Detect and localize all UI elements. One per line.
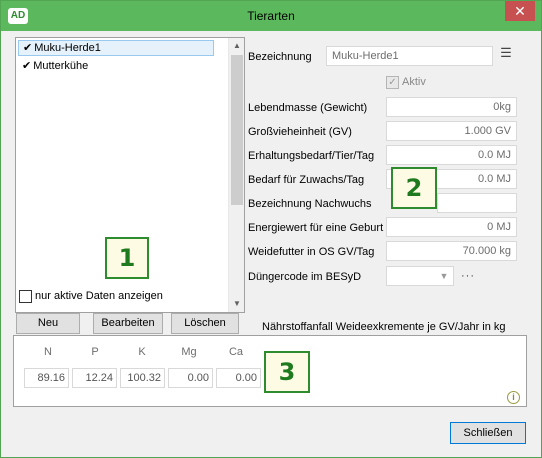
- new-button[interactable]: Neu: [16, 313, 80, 334]
- nutrient-header-k: K: [138, 346, 146, 358]
- nutrient-value-mg: 0.00: [168, 368, 213, 388]
- aktiv-label: Aktiv: [402, 76, 426, 88]
- annotation-marker-1: 1: [105, 237, 149, 279]
- aktiv-checkbox[interactable]: ✓: [386, 75, 399, 89]
- titlebar: AD Tierarten ✕: [1, 1, 541, 31]
- duenger-label: Düngercode im BESyD: [248, 271, 362, 283]
- duenger-more-button[interactable]: ···: [461, 270, 475, 282]
- nutrient-header-n: N: [44, 346, 52, 358]
- nutrient-header-mg: Mg: [181, 346, 197, 358]
- checkmark-icon: ✔: [23, 42, 33, 54]
- nutrients-title: Nährstoffanfall Weideexkremente je GV/Ja…: [262, 321, 506, 333]
- nutrient-value-p: 12.24: [72, 368, 117, 388]
- aktiv-checkbox-row[interactable]: ✓ Aktiv: [386, 75, 426, 89]
- gv-label: Großvieheinheit (GV): [248, 126, 352, 138]
- nachwuchs-input[interactable]: [437, 193, 517, 213]
- nutrient-header-ca: Ca: [228, 346, 244, 358]
- erhaltungsbedarf-label: Erhaltungsbedarf/Tier/Tag: [248, 150, 375, 162]
- nutrient-value-k: 100.32: [120, 368, 165, 388]
- annotation-marker-3: 3: [264, 351, 310, 393]
- nachwuchs-label: Bezeichnung Nachwuchs: [248, 198, 372, 210]
- delete-button[interactable]: Löschen: [171, 313, 239, 334]
- window-close-button[interactable]: ✕: [505, 1, 535, 21]
- zuwachs-label: Bedarf für Zuwachs/Tag: [248, 174, 365, 186]
- scroll-up-icon[interactable]: ▲: [229, 38, 245, 54]
- close-button[interactable]: Schließen: [450, 422, 526, 444]
- weidefutter-input[interactable]: 70.000 kg: [386, 241, 517, 261]
- geburt-input[interactable]: 0 MJ: [386, 217, 517, 237]
- nutrients-panel: N P K Mg Ca 89.16 12.24 100.32 0.00 0.00…: [13, 335, 527, 407]
- erhaltungsbedarf-input[interactable]: 0.0 MJ: [386, 145, 517, 165]
- edit-button[interactable]: Bearbeiten: [93, 313, 163, 334]
- list-item[interactable]: ✔ Mutterkühe: [18, 58, 214, 74]
- gv-input[interactable]: 1.000 GV: [386, 121, 517, 141]
- scroll-down-icon[interactable]: ▼: [229, 296, 245, 312]
- list-item[interactable]: ✔ Muku-Herde1: [18, 40, 214, 56]
- nutrient-header-p: P: [91, 346, 99, 358]
- window-title: Tierarten: [247, 9, 295, 23]
- list-picker-icon[interactable]: ☰: [497, 44, 515, 62]
- duenger-select[interactable]: ▼: [386, 266, 454, 286]
- lebendmasse-input[interactable]: 0kg: [386, 97, 517, 117]
- nutrient-value-n: 89.16: [24, 368, 69, 388]
- bezeichnung-input[interactable]: Muku-Herde1: [326, 46, 493, 66]
- lebendmasse-label: Lebendmasse (Gewicht): [248, 102, 368, 114]
- tierarten-window: AD Tierarten ✕ ✔ Muku-Herde1 ✔ Mutterkühe …: [0, 0, 542, 458]
- annotation-marker-2: 2: [391, 167, 437, 209]
- nutrient-value-ca: 0.00: [216, 368, 261, 388]
- weidefutter-label: Weidefutter in OS GV/Tag: [248, 246, 375, 258]
- list-item-label: Muku-Herde1: [34, 42, 101, 54]
- active-filter-label: nur aktive Daten anzeigen: [35, 290, 163, 302]
- client-area: ✔ Muku-Herde1 ✔ Mutterkühe ▲ ▼ 1 nur aktiv…: [8, 31, 534, 451]
- active-filter-checkbox[interactable]: [19, 289, 32, 303]
- checkmark-icon: ✔: [22, 60, 32, 72]
- list-item-label: Mutterkühe: [33, 60, 89, 72]
- info-icon[interactable]: i: [507, 391, 520, 404]
- scrollbar-thumb[interactable]: [231, 55, 243, 205]
- bezeichnung-label: Bezeichnung: [248, 51, 312, 63]
- active-filter-row[interactable]: nur aktive Daten anzeigen: [19, 289, 163, 303]
- chevron-down-icon[interactable]: ▼: [436, 268, 452, 284]
- list-scrollbar[interactable]: ▲ ▼: [228, 38, 244, 312]
- geburt-label: Energiewert für eine Geburt: [248, 222, 384, 234]
